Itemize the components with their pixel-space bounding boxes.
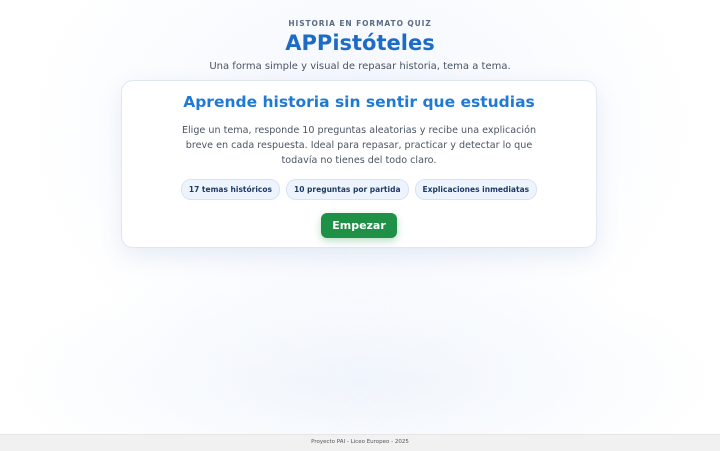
chip-explicaciones: Explicaciones inmediatas (414, 179, 538, 200)
eyebrow-label: HISTORIA EN FORMATO QUIZ (288, 19, 432, 28)
intro-card: Aprende historia sin sentir que estudias… (121, 80, 597, 248)
tagline: Una forma simple y visual de repasar his… (209, 61, 511, 73)
start-button[interactable]: Empezar (321, 213, 397, 238)
card-description: Elige un tema, responde 10 preguntas ale… (181, 125, 537, 166)
chip-temas: 17 temas históricos (180, 179, 280, 200)
chip-preguntas: 10 preguntas por partida (286, 179, 409, 200)
feature-chips: 17 temas históricos 10 preguntas por par… (122, 179, 596, 200)
page-header: HISTORIA EN FORMATO QUIZ APPistóteles Un… (0, 0, 720, 72)
card-title: Aprende historia sin sentir que estudias (183, 93, 535, 111)
footer-text: Proyecto PAI - Liceo Europeo - 2025 (311, 439, 409, 445)
footer: Proyecto PAI - Liceo Europeo - 2025 (0, 434, 720, 451)
app-title: APPistóteles (285, 31, 435, 55)
